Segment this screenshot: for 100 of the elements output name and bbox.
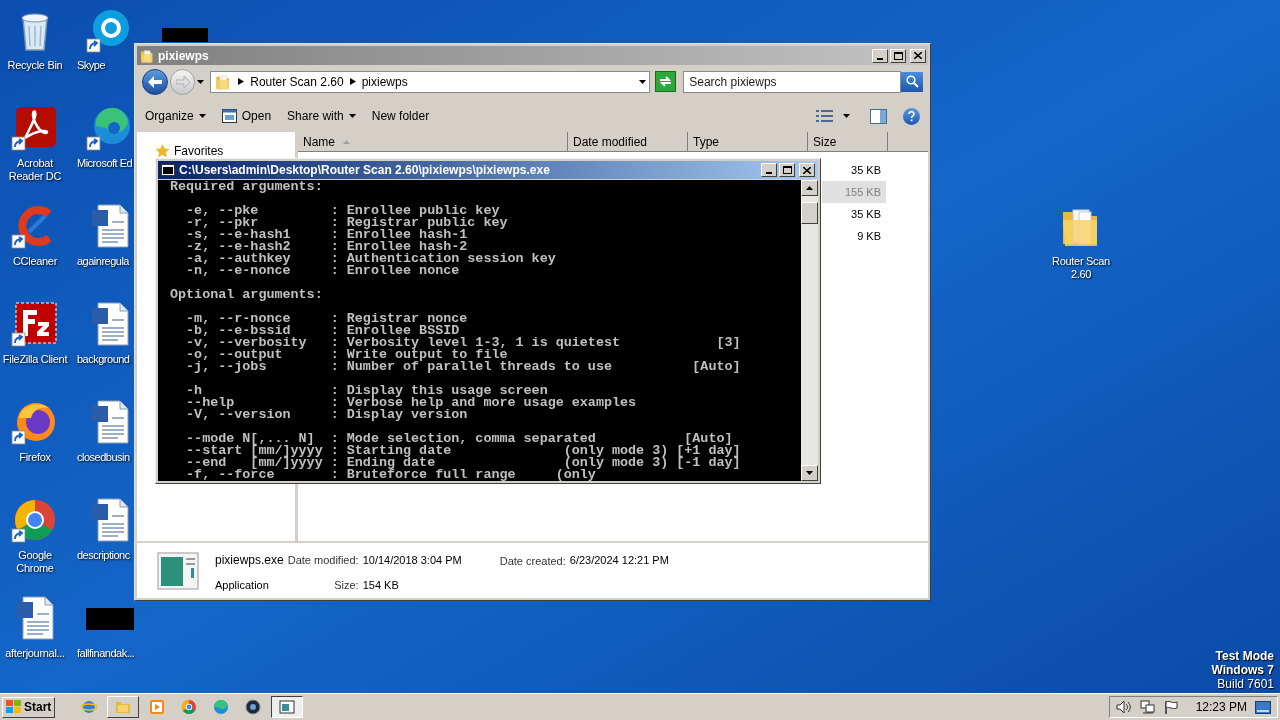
desktop-icon-label[interactable]: Router Scan 2.60 (1046, 255, 1116, 281)
console-line: --end [mm/]yyyy : Ending date (only mode 3) [-1 day] (185, 457, 741, 469)
network-icon[interactable] (1139, 700, 1156, 714)
document-icon (92, 498, 129, 542)
windows-logo-icon (6, 700, 22, 714)
thumbnail-icon[interactable] (162, 28, 208, 42)
speaker-icon[interactable] (1115, 700, 1132, 714)
desktop-icon-label[interactable]: Recycle Bin (0, 59, 70, 72)
chat-app-icon (93, 10, 129, 46)
console-line: -h : Display this usage screen (185, 385, 548, 397)
show-desktop-icon[interactable] (1255, 700, 1271, 714)
console-line: Optional arguments: (170, 289, 323, 301)
toolbar-button[interactable]: New folder (371, 107, 430, 125)
file-size: 35 KB (851, 206, 881, 222)
breadcrumb-item[interactable]: pixiewps (361, 72, 408, 91)
desktop-icon-label[interactable]: Skype (74, 59, 106, 72)
maximize-button[interactable] (779, 163, 795, 177)
file-size: 155 KB (844, 184, 881, 200)
column-header[interactable]: Size (808, 132, 888, 152)
console-icon (161, 164, 175, 176)
breadcrumb-item[interactable]: Router Scan 2.60 (250, 72, 344, 91)
desktop-icon-label[interactable]: closedbusin (74, 451, 130, 464)
preview-pane-button[interactable] (870, 108, 887, 124)
scroll-down-button[interactable] (801, 465, 818, 481)
desktop-icon-label[interactable]: Google Chrome (0, 549, 70, 575)
nav-item[interactable]: Favorites (155, 142, 295, 160)
console-line: -e, --pke : Enrollee public key (185, 205, 500, 217)
caret-icon (843, 114, 850, 118)
breadcrumb-arrow-icon[interactable] (349, 78, 356, 85)
back-arrow-icon (147, 75, 162, 88)
console-line: -s, --e-hash1 : Enrollee hash-1 (185, 229, 468, 241)
folder-icon (141, 50, 153, 63)
desktop-icon-label[interactable]: Acrobat Reader DC (0, 157, 70, 183)
thumbnail-icon (86, 608, 134, 630)
desktop-icon-label[interactable]: descriptionc (74, 549, 130, 562)
desktop-icon-label[interactable]: FileZilla Client (0, 353, 70, 366)
search-button[interactable] (901, 71, 923, 92)
clock[interactable]: 12:23 PM (1195, 698, 1247, 716)
breadcrumb-arrow-icon[interactable] (238, 78, 245, 85)
browser-icon (94, 107, 130, 144)
trash-bin-icon (21, 13, 49, 51)
caret-icon (198, 114, 206, 118)
desktop-icon-label[interactable]: againregula (74, 255, 129, 268)
desktop-icon-label[interactable]: CCleaner (0, 255, 70, 268)
close-button[interactable] (799, 163, 815, 177)
desktop-icon-label[interactable]: Firefox (0, 451, 70, 464)
pdf-app-icon (16, 107, 56, 147)
refresh-button[interactable] (655, 71, 677, 92)
search-icon (905, 75, 919, 88)
close-icon (914, 52, 922, 59)
desktop-icon[interactable] (11, 300, 59, 348)
dropdown-caret-icon (639, 79, 647, 84)
list-view-icon (816, 110, 833, 122)
search-field[interactable]: Search pixiewps (683, 70, 901, 93)
caret-icon (197, 79, 205, 84)
toolbar-button[interactable]: Open (221, 107, 272, 125)
flag-icon[interactable] (1163, 700, 1178, 714)
desktop-icon[interactable] (11, 104, 59, 152)
taskbar-button[interactable] (271, 696, 304, 718)
desktop-icon-label[interactable]: Microsoft Ed (74, 157, 133, 170)
desktop-icon-label[interactable]: afterjournal... (0, 647, 70, 660)
caret-icon (348, 114, 356, 118)
detail-label: Date modified: (287, 552, 359, 568)
console-line: --start [mm/]yyyy : Starting date (only mode 3) [+1 day] (185, 445, 741, 457)
desktop-icon-label[interactable]: fallfinandak... (74, 647, 135, 660)
document-icon (17, 596, 54, 640)
detail-value: 154 KB (362, 577, 400, 593)
column-header[interactable]: Date modified (568, 132, 688, 152)
minimize-button[interactable] (872, 48, 888, 63)
help-icon (908, 110, 915, 122)
folder-icon (216, 75, 230, 89)
back-button[interactable] (142, 68, 168, 95)
close-button[interactable] (910, 48, 926, 63)
column-header[interactable]: Name (298, 132, 568, 152)
file-size: 35 KB (851, 162, 881, 178)
help-button[interactable] (903, 107, 920, 125)
browser-icon (181, 699, 198, 715)
refresh-icon (659, 76, 673, 87)
media-player-icon (149, 699, 166, 715)
down-arrow-icon (806, 471, 813, 475)
cleaner-app-icon (18, 206, 52, 246)
browser-icon (213, 699, 230, 715)
start-button[interactable]: Start (2, 696, 56, 718)
maximize-button[interactable] (890, 48, 906, 63)
view-options-button[interactable] (816, 110, 850, 122)
window-icon (279, 699, 296, 715)
scrollbar[interactable] (801, 180, 818, 481)
window-title: C:\Users\admin\Desktop\Router Scan 2.60\pixiewps\pixiewps.exe (179, 162, 551, 179)
toolbar-button[interactable]: Organize (145, 107, 206, 125)
column-header[interactable]: Type (688, 132, 808, 152)
toolbar-button[interactable]: Share with (287, 107, 356, 125)
folder-icon (1063, 209, 1097, 246)
scroll-thumb[interactable] (801, 202, 818, 224)
scroll-up-button[interactable] (801, 180, 818, 196)
minimize-button[interactable] (761, 163, 777, 177)
console-line: --help : Verbose help and more usage examples (185, 397, 637, 409)
address-bar[interactable]: Router Scan 2.60 pixiewps (210, 70, 651, 93)
desktop-icon-label[interactable]: background (74, 353, 130, 366)
console-line: -j, --jobs : Number of parallel threads to use [Auto] (185, 361, 741, 373)
os-notice-text: Test Mode (1215, 649, 1274, 663)
